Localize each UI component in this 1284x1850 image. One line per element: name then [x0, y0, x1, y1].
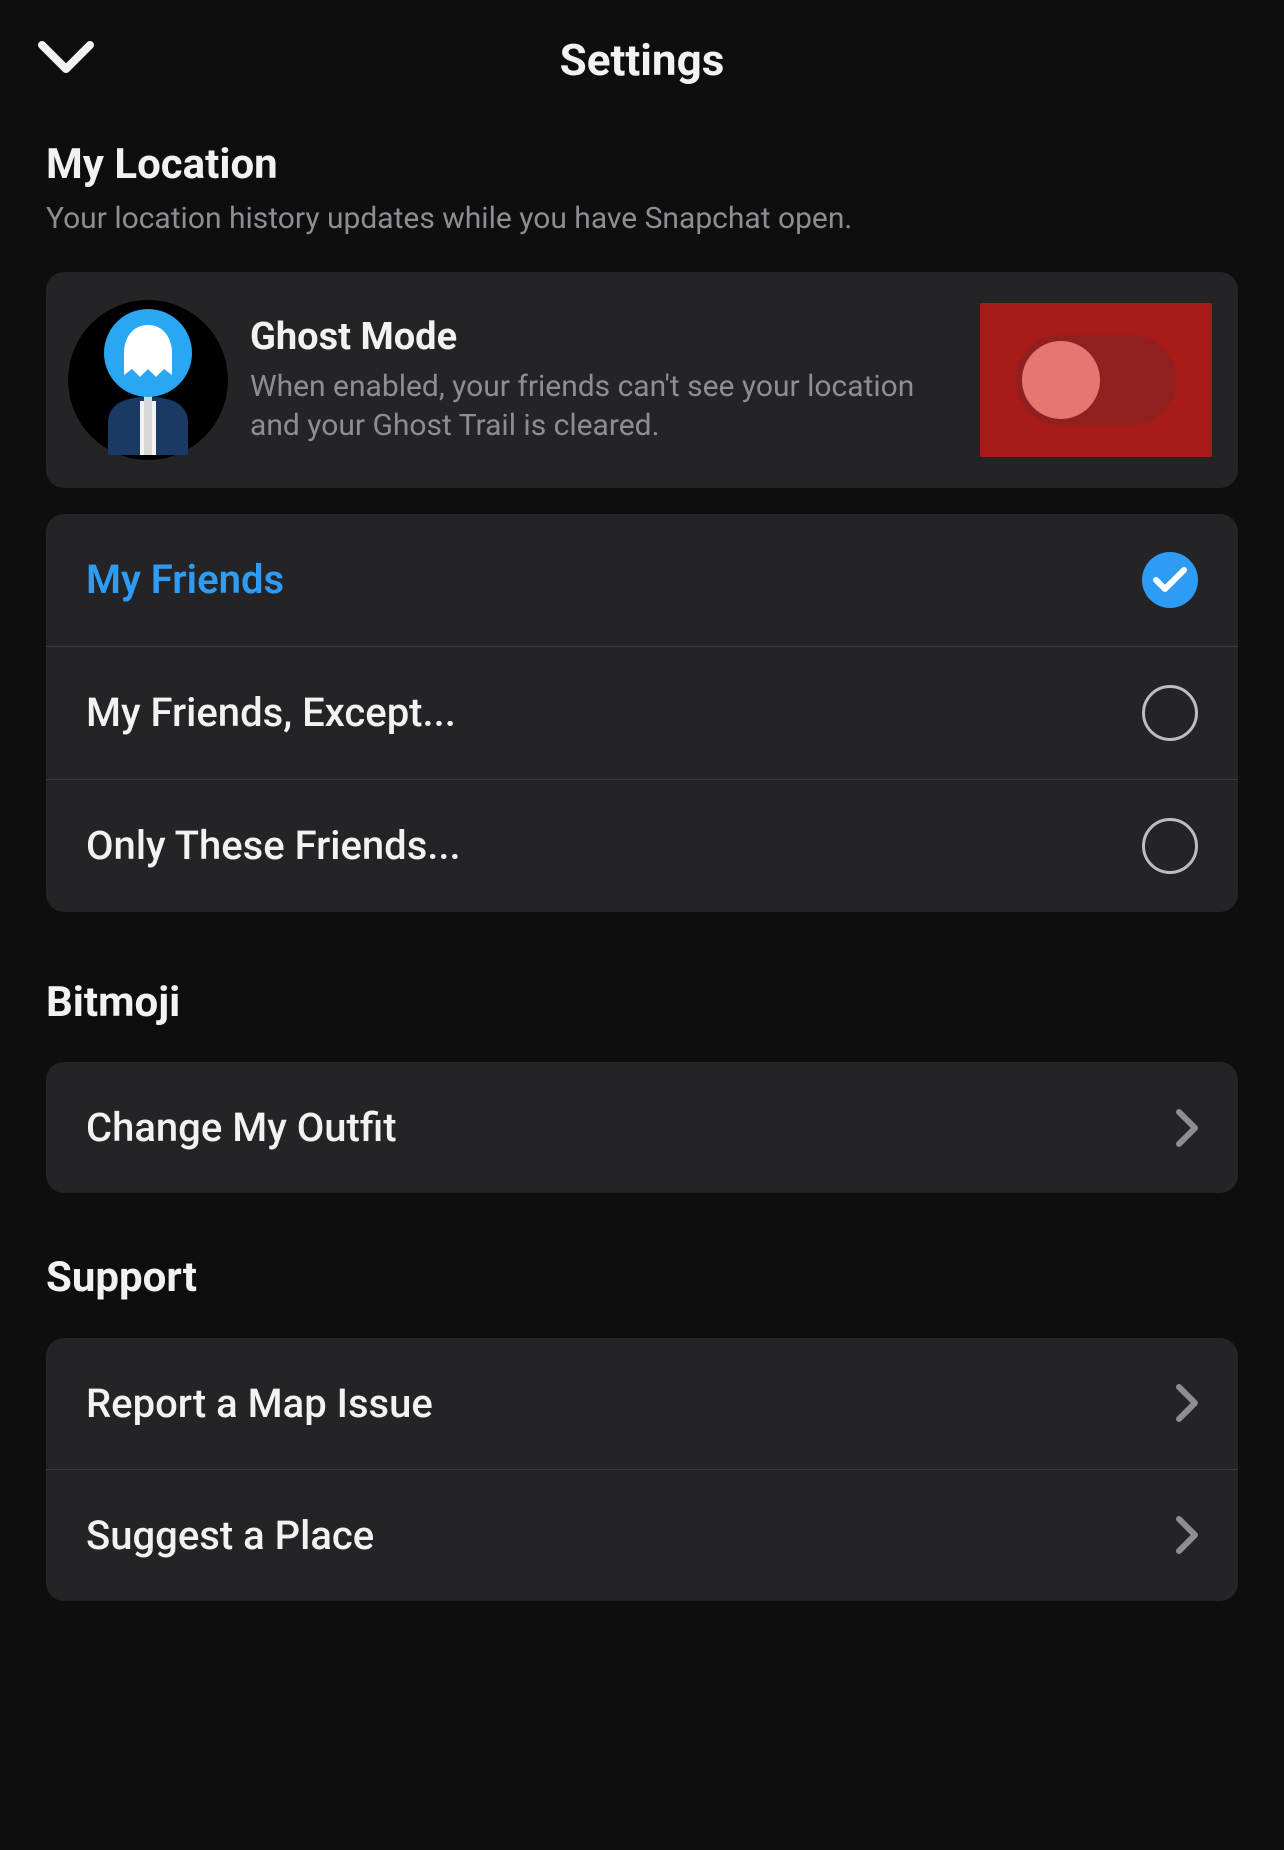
ghost-mode-toggle[interactable] [1016, 335, 1176, 425]
radio-checked-icon [1142, 552, 1198, 608]
section-title-my-location: My Location [46, 140, 1238, 190]
visibility-option-only-these-friends[interactable]: Only These Friends... [46, 780, 1238, 912]
section-title-bitmoji: Bitmoji [46, 978, 1238, 1028]
section-my-location-header: My Location Your location history update… [0, 120, 1284, 246]
radio-unchecked-icon [1142, 685, 1198, 741]
row-label: Report a Map Issue [86, 1380, 433, 1427]
section-title-support: Support [46, 1253, 1238, 1303]
back-button[interactable] [38, 41, 94, 79]
chevron-right-icon [1176, 1109, 1198, 1147]
visibility-option-my-friends[interactable]: My Friends [46, 514, 1238, 647]
ghost-mode-card: Ghost Mode When enabled, your friends ca… [46, 272, 1238, 488]
chevron-down-icon [38, 41, 94, 75]
bitmoji-card: Change My Outfit [46, 1062, 1238, 1193]
radio-unchecked-icon [1142, 818, 1198, 874]
section-subtitle-my-location: Your location history updates while you … [46, 200, 1238, 238]
toggle-knob [1022, 341, 1100, 419]
settings-screen: Settings My Location Your location histo… [0, 0, 1284, 1850]
chevron-right-icon [1176, 1384, 1198, 1422]
chevron-right-icon [1176, 1516, 1198, 1554]
visibility-option-label: My Friends, Except... [86, 689, 456, 736]
row-label: Suggest a Place [86, 1512, 374, 1559]
row-label: Change My Outfit [86, 1104, 397, 1151]
bitmoji-avatar-icon [68, 300, 228, 460]
page-title: Settings [560, 34, 725, 86]
section-support-header: Support [0, 1253, 1284, 1311]
report-map-issue-row[interactable]: Report a Map Issue [46, 1338, 1238, 1470]
suggest-a-place-row[interactable]: Suggest a Place [46, 1470, 1238, 1601]
ghost-mode-row: Ghost Mode When enabled, your friends ca… [46, 272, 1238, 488]
ghost-mode-toggle-highlight [980, 303, 1212, 457]
ghost-mode-text: Ghost Mode When enabled, your friends ca… [250, 315, 958, 445]
visibility-option-label: Only These Friends... [86, 822, 461, 869]
visibility-option-label: My Friends [86, 556, 284, 603]
header: Settings [0, 0, 1284, 120]
section-bitmoji-header: Bitmoji [0, 978, 1284, 1036]
visibility-option-my-friends-except[interactable]: My Friends, Except... [46, 647, 1238, 780]
change-my-outfit-row[interactable]: Change My Outfit [46, 1062, 1238, 1193]
ghost-mode-title: Ghost Mode [250, 315, 958, 359]
visibility-options-card: My Friends My Friends, Except... Only Th… [46, 514, 1238, 912]
support-card: Report a Map Issue Suggest a Place [46, 1338, 1238, 1601]
ghost-mode-description: When enabled, your friends can't see you… [250, 367, 958, 445]
